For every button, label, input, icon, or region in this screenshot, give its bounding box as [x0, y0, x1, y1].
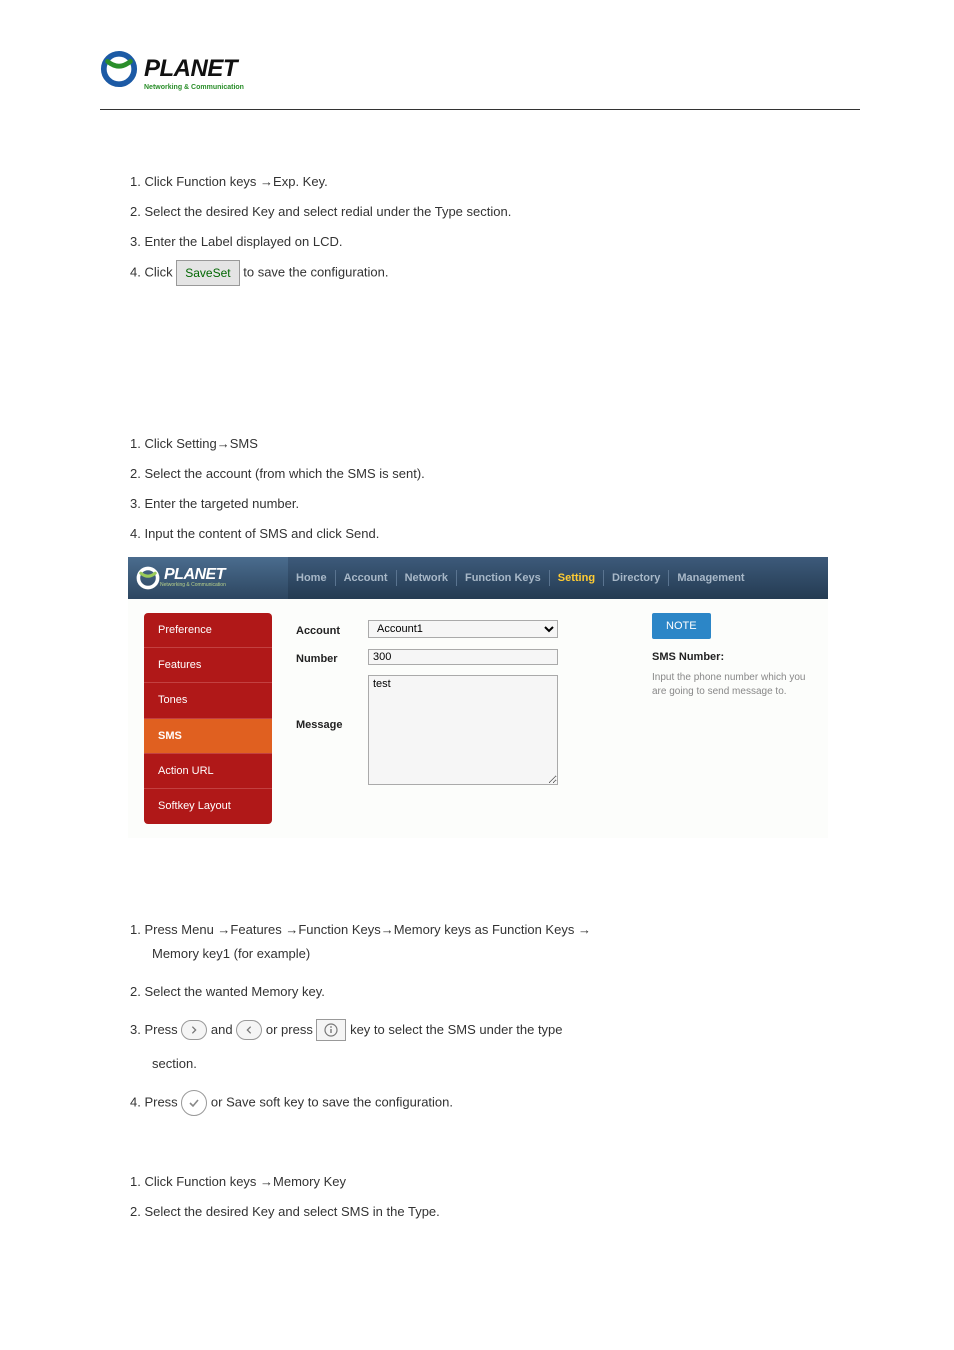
list-item: 3. Press and or press key to select the …: [130, 1018, 854, 1076]
instruction-list-1: 1. Click Function keys →Exp. Key. 2. Sel…: [100, 170, 854, 286]
spacer: [100, 292, 854, 432]
list-item: 4. Press or Save soft key to save the co…: [130, 1090, 854, 1116]
text-fragment: 4. Click: [130, 265, 176, 280]
brand-header: PLANET Networking & Communication: [100, 50, 854, 110]
list-item: 1. Click Function keys →Memory Key: [130, 1170, 854, 1194]
planet-logo-icon: [136, 566, 160, 590]
tab-directory[interactable]: Directory: [604, 570, 669, 586]
nav-tabs: Home Account Network Function Keys Setti…: [288, 557, 753, 599]
list-item: 3. Enter the targeted number.: [130, 492, 854, 516]
document-page: PLANET Networking & Communication 1. Cli…: [0, 0, 954, 1270]
list-item: 3. Enter the Label displayed on LCD.: [130, 230, 854, 254]
form-row-account: Account Account1: [296, 619, 640, 641]
list-item: 1. Press Menu →Features →Function Keys→M…: [130, 918, 854, 966]
message-textarea[interactable]: test: [368, 675, 558, 785]
list-item: 4. Click SaveSet to save the configurati…: [130, 260, 854, 286]
number-input[interactable]: [368, 649, 558, 665]
sidebar-item-softkey-layout[interactable]: Softkey Layout: [144, 789, 272, 823]
sidebar-item-preference[interactable]: Preference: [144, 613, 272, 648]
sidebar-item-sms[interactable]: SMS: [144, 719, 272, 754]
account-label: Account: [296, 619, 368, 641]
list-item: 2. Select the desired Key and select SMS…: [130, 1200, 854, 1224]
tab-account[interactable]: Account: [336, 570, 397, 586]
spacer: [100, 838, 854, 918]
list-item: 2. Select the wanted Memory key.: [130, 980, 854, 1004]
spacer: [100, 1130, 854, 1170]
instruction-list-2: 1. Click Setting→SMS 2. Select the accou…: [100, 432, 854, 546]
text-fragment: and: [211, 1022, 236, 1037]
screenshot-body: Preference Features Tones SMS Action URL…: [128, 599, 828, 838]
tab-function-keys[interactable]: Function Keys: [457, 570, 550, 586]
info-key-icon: [316, 1019, 346, 1041]
brand-tagline: Networking & Communication: [160, 583, 226, 588]
text-fragment: or Save soft key to save the configurati…: [211, 1094, 453, 1109]
message-field-wrap: test: [368, 675, 558, 792]
logo-row: PLANET: [100, 50, 854, 88]
brand-name: PLANET: [144, 55, 237, 83]
list-item: 2. Select the desired Key and select red…: [130, 200, 854, 224]
form-row-message: Message test: [296, 675, 640, 792]
list-item: 4. Input the content of SMS and click Se…: [130, 522, 854, 546]
saveset-button-image: SaveSet: [176, 260, 239, 286]
text-fragment: 1. Press Menu →Features →Function Keys→M…: [130, 918, 591, 942]
note-badge: NOTE: [652, 613, 711, 639]
text-continuation: Memory key1 (for example): [130, 942, 854, 966]
account-select[interactable]: Account1: [368, 620, 558, 638]
text-fragment: 3. Press: [130, 1022, 181, 1037]
text-fragment: or press: [266, 1022, 317, 1037]
list-item: 2. Select the account (from which the SM…: [130, 462, 854, 486]
text-fragment: 4. Press: [130, 1094, 181, 1109]
screenshot-logo-text: PLANET Networking & Communication: [160, 567, 226, 588]
form-row-number: Number: [296, 647, 640, 669]
screenshot-header: PLANET Networking & Communication Home A…: [128, 557, 828, 599]
sidebar-menu: Preference Features Tones SMS Action URL…: [144, 613, 272, 824]
planet-logo-icon: [100, 50, 138, 88]
sidebar-item-action-url[interactable]: Action URL: [144, 754, 272, 789]
text-fragment: key to select the SMS under the type: [350, 1022, 562, 1037]
instruction-list-3: 1. Press Menu →Features →Function Keys→M…: [100, 918, 854, 1116]
right-arrow-key-icon: [181, 1020, 207, 1040]
number-label: Number: [296, 647, 368, 669]
header-divider: [100, 109, 860, 110]
left-arrow-key-icon: [236, 1020, 262, 1040]
sidebar-item-features[interactable]: Features: [144, 648, 272, 683]
tab-management[interactable]: Management: [669, 570, 752, 586]
sidebar-item-tones[interactable]: Tones: [144, 683, 272, 718]
screenshot-logo: PLANET Networking & Communication: [128, 557, 288, 599]
justified-line: 1. Press Menu →Features →Function Keys→M…: [130, 918, 854, 942]
note-title: SMS Number:: [652, 647, 814, 667]
text-continuation: section.: [130, 1052, 854, 1076]
note-text: Input the phone number which you are goi…: [652, 671, 814, 699]
tab-network[interactable]: Network: [397, 570, 457, 586]
document-content: 1. Click Function keys →Exp. Key. 2. Sel…: [100, 170, 854, 1224]
instruction-list-4: 1. Click Function keys →Memory Key 2. Se…: [100, 1170, 854, 1224]
settings-screenshot: PLANET Networking & Communication Home A…: [128, 557, 828, 838]
message-label: Message: [296, 675, 368, 735]
text-fragment: to save the configuration.: [243, 265, 388, 280]
line: 3. Press and or press key to select the …: [130, 1018, 854, 1042]
sidebar: Preference Features Tones SMS Action URL…: [128, 599, 288, 838]
list-item: 1. Click Setting→SMS: [130, 432, 854, 456]
number-field-wrap: [368, 647, 558, 667]
check-key-icon: [181, 1090, 207, 1116]
account-field-wrap: Account1: [368, 619, 558, 639]
brand-tagline: Networking & Communication: [144, 84, 854, 91]
list-item: 1. Click Function keys →Exp. Key.: [130, 170, 854, 194]
sms-form: Account Account1 Number: [288, 599, 648, 838]
tab-setting[interactable]: Setting: [550, 570, 604, 586]
brand-name: PLANET: [164, 567, 226, 583]
note-column: NOTE SMS Number: Input the phone number …: [648, 599, 828, 838]
tab-home[interactable]: Home: [288, 570, 336, 586]
